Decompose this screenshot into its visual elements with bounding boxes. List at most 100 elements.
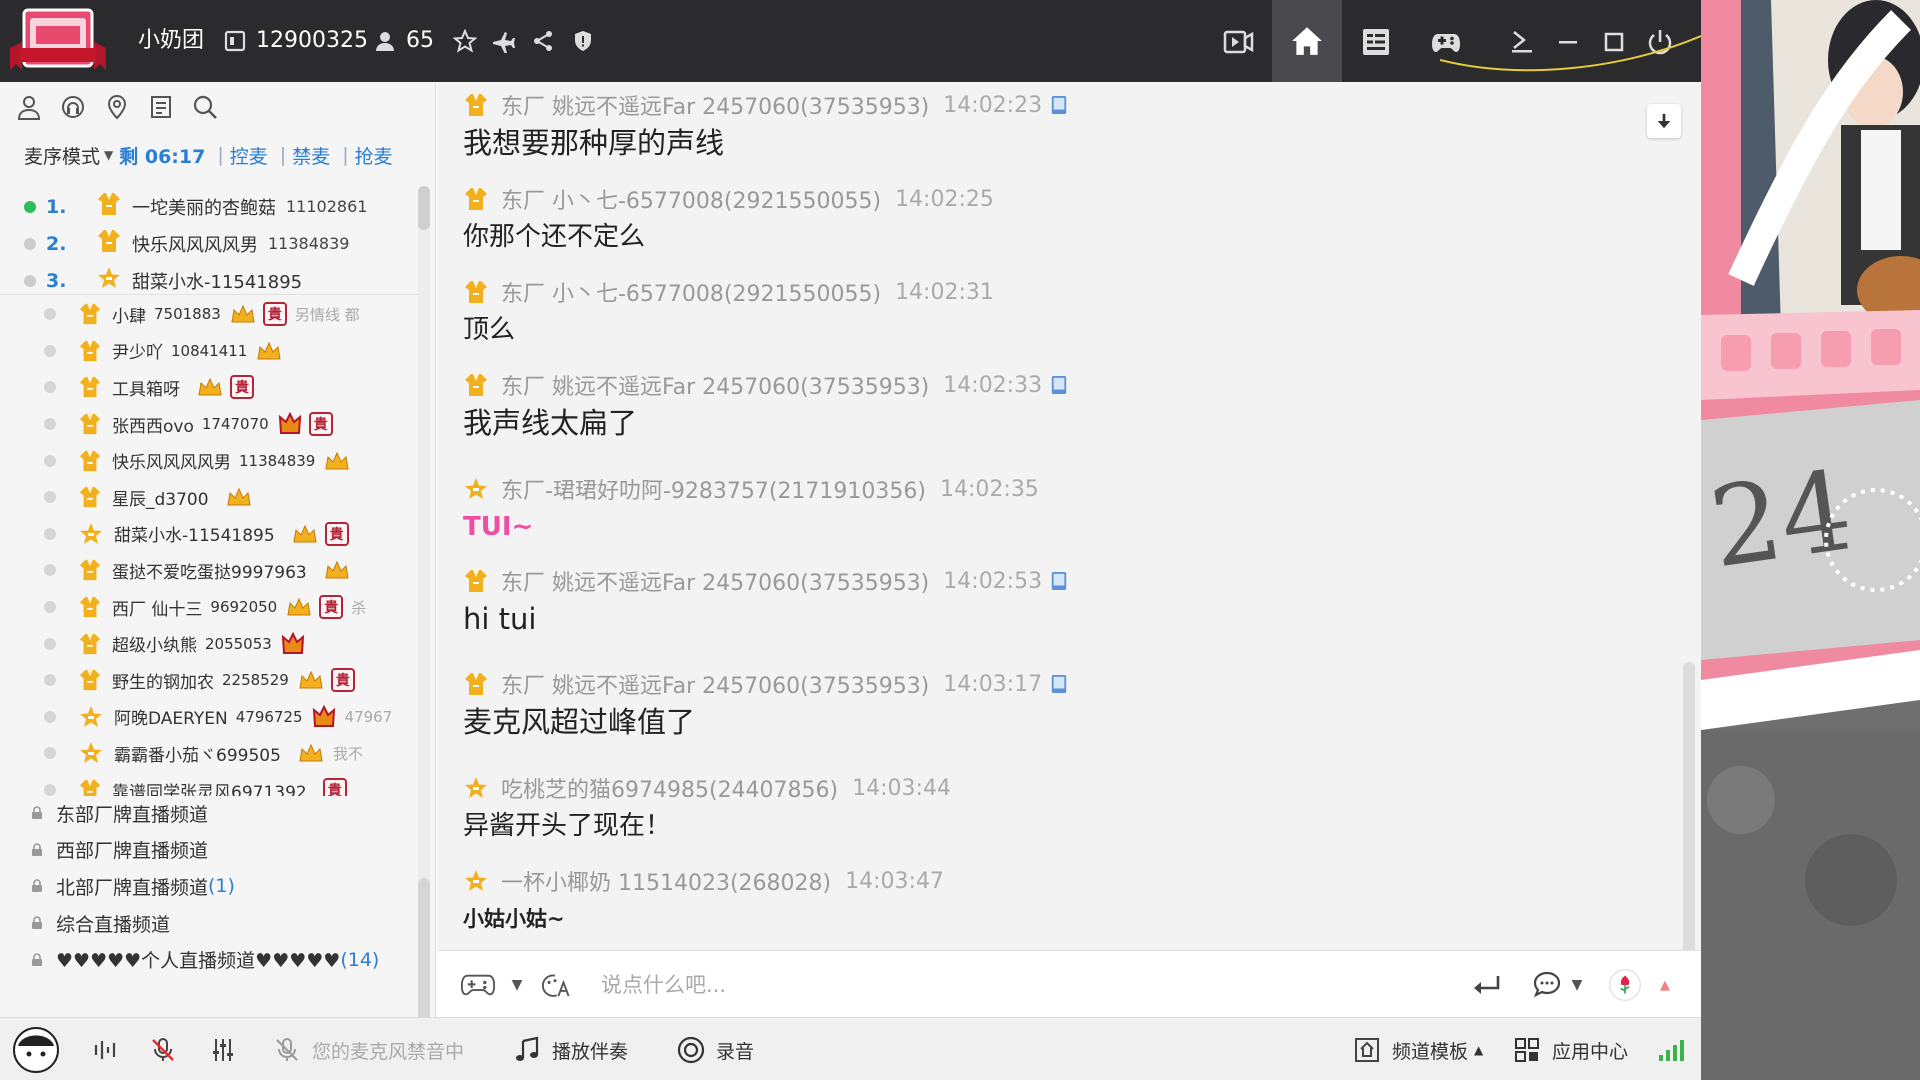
chat-message[interactable]: 东厂 姚远不遥远Far 2457060(37535953) 14:02:23 我想要… bbox=[463, 90, 1068, 162]
message-text: 你那个还不定么 bbox=[463, 222, 646, 252]
equalizer-icon[interactable] bbox=[208, 1030, 248, 1070]
user-list-item[interactable]: 尹少吖 10841411 bbox=[24, 333, 424, 370]
app-center-button[interactable]: 应用中心 bbox=[1512, 1030, 1628, 1070]
user-icon[interactable] bbox=[14, 92, 44, 122]
search-icon[interactable] bbox=[190, 92, 220, 122]
mic-muted-icon[interactable] bbox=[148, 1030, 188, 1070]
message-header: 东厂-珺珺好叻阿-9283757(2171910356) 14:02:35 bbox=[463, 474, 1039, 504]
message-sender[interactable]: 东厂-珺珺好叻阿-9283757(2171910356) bbox=[501, 473, 926, 505]
enter-send-icon[interactable] bbox=[1467, 965, 1507, 1005]
message-sender[interactable]: 东厂 小丶七-6577008(2921550055) bbox=[501, 183, 881, 215]
chat-message[interactable]: 吃桃芝的猫6974985(24407856) 14:03:44 异酱开头了现在！ bbox=[463, 773, 951, 845]
user-badges: 貴 bbox=[322, 778, 347, 796]
user-list-item[interactable]: 小肆 7501883 貴另情线 都 bbox=[24, 296, 424, 333]
user-list-item[interactable]: 蛋挞不爱吃蛋挞9997963 bbox=[24, 552, 424, 589]
status-dot bbox=[44, 527, 56, 540]
message-text: 顶么 bbox=[463, 315, 516, 345]
message-sender[interactable]: 东厂 小丶七-6577008(2921550055) bbox=[501, 276, 881, 308]
user-list-item[interactable]: 阿晚DAERYEN 4796725 47967 bbox=[24, 699, 424, 736]
user-list-item[interactable]: 野生的钢加农 2258529 貴 bbox=[24, 662, 424, 699]
avatar[interactable] bbox=[12, 1027, 60, 1073]
control-mic-link[interactable]: 控麦 bbox=[230, 142, 268, 169]
channel-item[interactable]: 北部厂牌直播频道 (1) bbox=[30, 868, 430, 905]
user-name: 靠谱同学张灵风6971392 bbox=[112, 782, 307, 796]
chat-message[interactable]: 东厂 小丶七-6577008(2921550055) 14:02:25 你那个还不定… bbox=[463, 184, 994, 256]
user-list-item[interactable]: 快乐风风风风男 11384839 bbox=[24, 442, 424, 479]
emoji-game-icon[interactable] bbox=[453, 965, 503, 1005]
message-time: 14:02:53 bbox=[943, 568, 1043, 594]
user-list-item[interactable]: 张西西ovo 1747070 貴 bbox=[24, 406, 424, 443]
flower-gift-icon[interactable] bbox=[1603, 965, 1647, 1005]
list-scrollbar-thumb[interactable] bbox=[418, 878, 430, 1017]
ban-mic-link[interactable]: 禁麦 bbox=[292, 142, 330, 169]
chat-message[interactable]: 东厂 小丶七-6577008(2921550055) 14:02:31 顶么 bbox=[463, 277, 994, 349]
vip-vest-icon bbox=[78, 632, 102, 656]
location-icon[interactable] bbox=[102, 92, 132, 122]
font-style-icon[interactable] bbox=[533, 965, 577, 1005]
chat-message[interactable]: 东厂 姚远不遥远Far 2457060(37535953) 14:02:33 我声线… bbox=[463, 370, 1068, 442]
user-list-item[interactable]: 靠谱同学张灵风6971392 貴 bbox=[24, 772, 424, 796]
user-list-item[interactable]: 超级小纨熊 2055053 bbox=[24, 625, 424, 662]
star-icon[interactable] bbox=[452, 28, 478, 54]
chevron-down-icon[interactable]: ▼ bbox=[104, 148, 113, 162]
channel-template-button[interactable]: 频道模板 ▲ bbox=[1352, 1030, 1483, 1070]
chat-message[interactable]: 东厂 姚远不遥远Far 2457060(37535953) 14:03:17 麦克风… bbox=[463, 669, 1068, 741]
message-sender[interactable]: 东厂 姚远不遥远Far 2457060(37535953) bbox=[501, 89, 929, 121]
user-list-item[interactable]: 星辰_d3700 bbox=[24, 479, 424, 516]
shield-icon[interactable] bbox=[570, 28, 596, 54]
top-bar: 小奶团 12900325 65 bbox=[0, 0, 1701, 82]
message-sender[interactable]: 一杯小椰奶 11514023(268028) bbox=[501, 865, 831, 897]
chevron-down-icon[interactable]: ▼ bbox=[1567, 965, 1587, 1005]
user-list-item[interactable]: 工具箱呀 貴 bbox=[24, 369, 424, 406]
lock-icon bbox=[30, 916, 44, 930]
message-header: 一杯小椰奶 11514023(268028) 14:03:47 bbox=[463, 866, 944, 896]
queue-item[interactable]: 1. 一坨美丽的杏鲍菇 11102861 bbox=[24, 188, 404, 225]
channel-logo[interactable] bbox=[10, 8, 106, 72]
mic-mode-select[interactable]: 麦序模式 bbox=[24, 142, 100, 169]
chevron-down-icon[interactable]: ▼ bbox=[507, 965, 527, 1005]
user-list-item[interactable]: 西厂 仙十三 9692050 貴杀 bbox=[24, 589, 424, 626]
plane-icon[interactable] bbox=[490, 28, 516, 54]
vip-vest-icon bbox=[78, 449, 102, 473]
message-sender[interactable]: 东厂 姚远不遥远Far 2457060(37535953) bbox=[501, 369, 929, 401]
share-icon[interactable] bbox=[530, 28, 556, 54]
chat-message[interactable]: 东厂 姚远不遥远Far 2457060(37535953) 14:02:53 hi … bbox=[463, 566, 1068, 638]
message-sender[interactable]: 东厂 姚远不遥远Far 2457060(37535953) bbox=[501, 565, 929, 597]
queue-scrollbar-thumb[interactable] bbox=[418, 186, 430, 230]
status-dot bbox=[44, 674, 56, 687]
grab-mic-link[interactable]: 抢麦 bbox=[355, 142, 393, 169]
user-badges: 貴 bbox=[277, 411, 333, 437]
message-header: 东厂 姚远不遥远Far 2457060(37535953) 14:02:23 bbox=[463, 90, 1068, 120]
chat-input[interactable] bbox=[601, 965, 1361, 1005]
chevron-up-icon[interactable]: ▲ bbox=[1655, 965, 1675, 1005]
queue-item[interactable]: 2. 快乐风风风风男 11384839 bbox=[24, 225, 404, 262]
message-sender[interactable]: 吃桃芝的猫6974985(24407856) bbox=[501, 772, 838, 804]
app-center-label: 应用中心 bbox=[1552, 1040, 1629, 1063]
play-music-button[interactable]: 播放伴奏 bbox=[512, 1030, 628, 1070]
channel-item[interactable]: 东部厂牌直播频道 bbox=[30, 795, 430, 832]
chat-scrollbar-thumb[interactable] bbox=[1683, 662, 1695, 950]
sound-settings-icon[interactable] bbox=[90, 1030, 130, 1070]
headset-icon[interactable] bbox=[58, 92, 88, 122]
list-icon[interactable] bbox=[1354, 20, 1398, 64]
channel-item[interactable]: 西部厂牌直播频道 bbox=[30, 832, 430, 869]
channel-item[interactable]: 综合直播频道 bbox=[30, 905, 430, 942]
lock-icon bbox=[30, 952, 44, 967]
user-badges bbox=[323, 449, 351, 473]
vip-vest-icon bbox=[463, 186, 489, 212]
message-time: 14:03:17 bbox=[943, 671, 1043, 697]
user-list-item[interactable]: 霸霸番小茄ヾ699505 我不 bbox=[24, 735, 424, 772]
scroll-to-bottom-button[interactable] bbox=[1647, 104, 1681, 138]
message-sender[interactable]: 东厂 姚远不遥远Far 2457060(37535953) bbox=[501, 668, 929, 700]
video-icon[interactable] bbox=[1216, 20, 1260, 64]
record-button[interactable]: 录音 bbox=[676, 1030, 754, 1070]
home-button[interactable] bbox=[1272, 0, 1342, 82]
user-list-item[interactable]: 甜菜小水-11541895 貴 bbox=[24, 516, 424, 553]
chat-message[interactable]: 一杯小椰奶 11514023(268028) 14:03:47 小姑小姑~ bbox=[463, 866, 944, 938]
channel-item[interactable]: ♥♥♥♥♥个人直播频道♥♥♥♥♥ (14) bbox=[30, 941, 430, 978]
chat-bubble-icon[interactable] bbox=[1527, 965, 1567, 1005]
message-text: 我想要那种厚的声线 bbox=[463, 126, 725, 160]
user-badges bbox=[280, 631, 306, 657]
chat-message[interactable]: 东厂-珺珺好叻阿-9283757(2171910356) 14:02:35 TUI~ bbox=[463, 474, 1039, 546]
notice-icon[interactable] bbox=[146, 92, 176, 122]
